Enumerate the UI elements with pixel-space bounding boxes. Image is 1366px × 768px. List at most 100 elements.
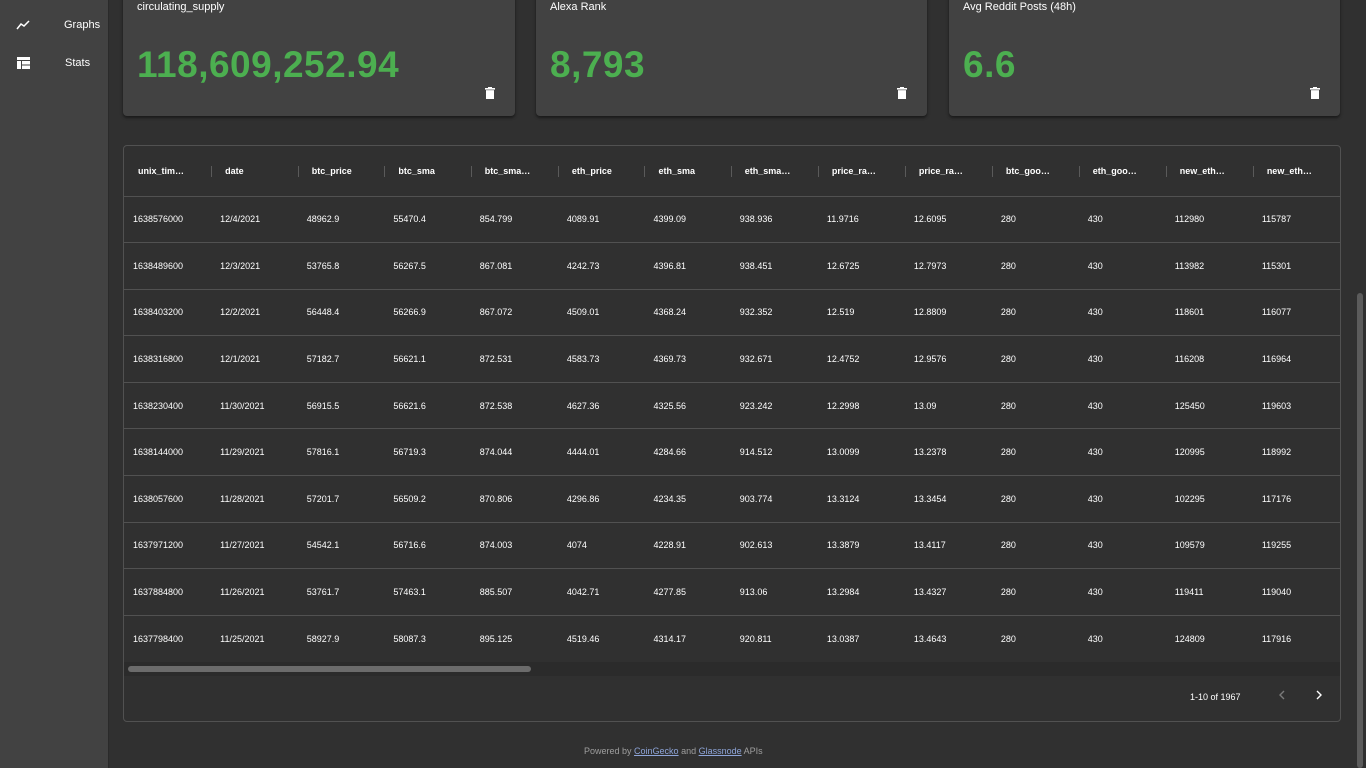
table-cell: 1638403200 (124, 288, 212, 336)
table-row[interactable]: 1637971200 11/27/2021 54542.1 56716.6 874.00… (124, 521, 1340, 569)
table-cell: 54542.1 (297, 521, 385, 569)
table-cell: 4325.56 (644, 381, 731, 429)
footer-suffix: APIs (741, 746, 763, 756)
table-cell: 4519.46 (557, 614, 645, 662)
table-cell: 4399.09 (644, 195, 731, 243)
table-cell: 115301 (1252, 242, 1340, 290)
column-header[interactable]: eth_sma (644, 146, 730, 196)
column-header[interactable]: btc_price (297, 146, 385, 196)
table-row[interactable]: 1638489600 12/3/2021 53765.8 56267.5 867.081… (124, 242, 1340, 290)
table-row[interactable]: 1638144000 11/29/2021 57816.1 56719.3 874.04… (124, 428, 1340, 476)
next-page-button[interactable] (1312, 689, 1326, 703)
column-header[interactable]: eth_goo… (1078, 146, 1166, 196)
column-separator[interactable] (644, 166, 646, 177)
table-cell: 12.9576 (904, 335, 992, 383)
table-cell: 4368.24 (644, 288, 731, 336)
page-vertical-scrollbar[interactable] (1354, 0, 1366, 768)
column-separator[interactable] (297, 166, 299, 177)
table-cell: 12/1/2021 (211, 335, 298, 383)
column-separator[interactable] (1078, 166, 1080, 177)
chevron-left-icon (1278, 687, 1285, 705)
table-cell: 280 (991, 288, 1079, 336)
table-cell: 12.6725 (817, 242, 905, 290)
table-cell: 4369.73 (644, 335, 731, 383)
column-header[interactable]: price_ra… (904, 146, 992, 196)
table-cell: 4242.73 (557, 242, 645, 290)
horizontal-scrollbar-thumb[interactable] (128, 666, 531, 672)
column-separator[interactable] (730, 166, 732, 177)
table-cell: 430 (1078, 381, 1166, 429)
table-row[interactable]: 1637798400 11/25/2021 58927.9 58087.3 895.12… (124, 614, 1340, 662)
table-cell: 57463.1 (384, 568, 471, 616)
table-cell: 58927.9 (297, 614, 385, 662)
column-header[interactable]: btc_sma (384, 146, 470, 196)
table-cell: 12/2/2021 (211, 288, 298, 336)
table-cell: 53765.8 (297, 242, 385, 290)
table-cell: 4284.66 (644, 428, 731, 476)
table-cell: 1638489600 (124, 242, 212, 290)
table-cell: 938.936 (730, 195, 818, 243)
table-row[interactable]: 1638057600 11/28/2021 57201.7 56509.2 870.80… (124, 475, 1340, 523)
column-separator[interactable] (384, 166, 386, 177)
table-cell: 4509.01 (557, 288, 645, 336)
column-header[interactable]: price_ra… (817, 146, 905, 196)
column-header[interactable]: unix_tim… (124, 146, 211, 196)
table-cell: 11/28/2021 (211, 475, 298, 523)
column-header[interactable]: eth_sma… (730, 146, 818, 196)
card-title: Alexa Rank (550, 1, 607, 13)
table-cell: 11/29/2021 (211, 428, 298, 476)
table-cell: 430 (1078, 614, 1166, 662)
table-cell: 11/26/2021 (211, 568, 298, 616)
table-cell: 13.2984 (817, 568, 905, 616)
card-title: circulating_supply (137, 1, 225, 13)
column-separator[interactable] (904, 166, 906, 177)
column-header[interactable]: eth_price (557, 146, 645, 196)
table-cell: 58087.3 (384, 614, 471, 662)
column-separator[interactable] (1252, 166, 1254, 177)
table-row[interactable]: 1638576000 12/4/2021 48962.9 55470.4 854.799… (124, 195, 1340, 243)
column-separator[interactable] (470, 166, 472, 177)
column-header[interactable]: btc_sma… (470, 146, 558, 196)
chevron-right-icon (1316, 687, 1323, 705)
table-cell: 872.531 (470, 335, 558, 383)
table-row[interactable]: 1638316800 12/1/2021 57182.7 56621.1 872.531… (124, 335, 1340, 383)
table-scroll-area[interactable]: unix_tim… date btc_price btc_sma btc_sma… eth… (124, 146, 1340, 676)
card-title: Avg Reddit Posts (48h) (963, 1, 1076, 13)
table-row[interactable]: 1638403200 12/2/2021 56448.4 56266.9 867.072… (124, 288, 1340, 336)
column-separator[interactable] (1165, 166, 1167, 177)
table-cell: 116208 (1165, 335, 1253, 383)
stat-card-circulating-supply: circulating_supply 118,609,252.94 (123, 0, 515, 116)
horizontal-scrollbar[interactable] (124, 662, 1340, 676)
column-separator[interactable] (211, 166, 213, 177)
glassnode-link[interactable]: Glassnode (699, 746, 742, 756)
table-header-row: unix_tim… date btc_price btc_sma btc_sma… eth… (124, 146, 1340, 196)
nav-item-stats[interactable]: Stats (0, 44, 108, 82)
table-cell: 280 (991, 242, 1079, 290)
column-header[interactable]: btc_goo… (991, 146, 1079, 196)
column-separator[interactable] (817, 166, 819, 177)
table-cell: 13.3879 (817, 521, 905, 569)
table-cell: 12/4/2021 (211, 195, 298, 243)
table-row[interactable]: 1638230400 11/30/2021 56915.5 56621.6 872.53… (124, 381, 1340, 429)
table-cell: 1637884800 (124, 568, 212, 616)
column-header[interactable]: new_eth… (1165, 146, 1253, 196)
page-vertical-scrollbar-thumb[interactable] (1357, 293, 1363, 768)
column-header[interactable]: new_eth… (1252, 146, 1340, 196)
previous-page-button[interactable] (1274, 689, 1288, 703)
delete-icon[interactable] (897, 86, 909, 100)
stat-card-alexa-rank: Alexa Rank 8,793 (536, 0, 927, 116)
coingecko-link[interactable]: CoinGecko (634, 746, 679, 756)
data-table-panel: unix_tim… date btc_price btc_sma btc_sma… eth… (123, 145, 1341, 722)
column-header-label: eth_price (571, 165, 612, 176)
table-cell: 115787 (1252, 195, 1340, 243)
nav-stats-label: Stats (65, 57, 91, 69)
column-separator[interactable] (557, 166, 559, 177)
table-cell: 13.2378 (904, 428, 992, 476)
nav-item-graphs[interactable]: Graphs (0, 6, 108, 44)
delete-icon[interactable] (1310, 86, 1322, 100)
delete-icon[interactable] (485, 86, 497, 100)
table-row[interactable]: 1637884800 11/26/2021 53761.7 57463.1 885.50… (124, 568, 1340, 616)
column-separator[interactable] (991, 166, 993, 177)
column-header[interactable]: date (211, 146, 298, 196)
table-cell: 902.613 (730, 521, 818, 569)
